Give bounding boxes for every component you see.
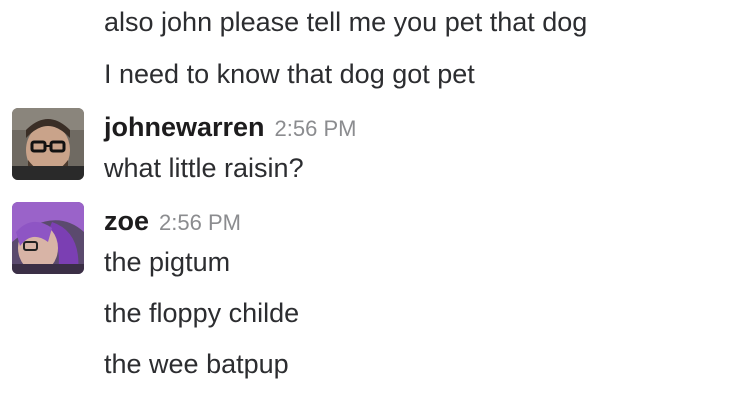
user-avatar-icon [12,108,84,180]
message-line: the pigtum [104,247,231,277]
message-header: johnewarren 2:56 PM [104,110,356,149]
user-avatar-icon [12,202,84,274]
message-header: zoe 2:56 PM [104,204,241,243]
message-timestamp[interactable]: 2:56 PM [275,116,357,141]
message-line: also john please tell me you pet that do… [104,7,588,37]
message-timestamp[interactable]: 2:56 PM [159,210,241,235]
author-name[interactable]: zoe [104,206,149,236]
avatar-zoe[interactable] [12,202,84,274]
avatar-johnewarren[interactable] [12,108,84,180]
message-line: what little raisin? [104,153,304,183]
message-line: I need to know that dog got pet [104,59,475,89]
message-line: the wee batpup [104,349,289,379]
message-line: the floppy childe [104,298,300,328]
author-name[interactable]: johnewarren [104,112,265,142]
